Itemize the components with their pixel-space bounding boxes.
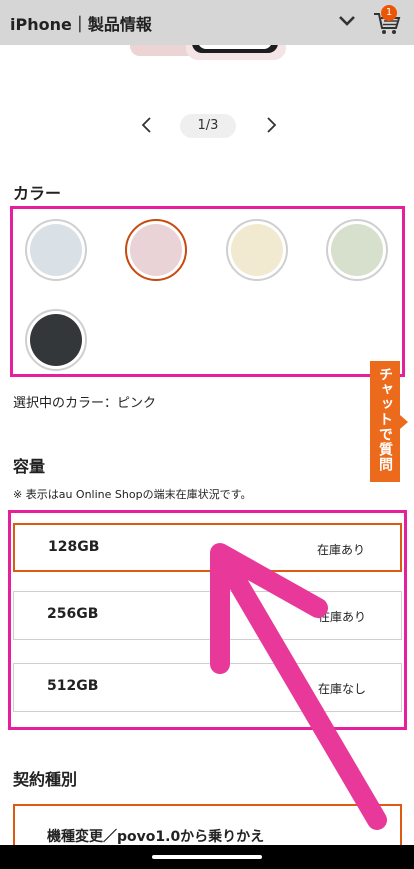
- stock-note: ※ 表示はau Online Shopの端末在庫状況です。: [13, 488, 252, 501]
- color-swatch-yellow[interactable]: [226, 219, 288, 281]
- chat-question-tab[interactable]: チャットで質問: [370, 361, 408, 482]
- page-title: iPhone｜製品情報: [10, 15, 152, 34]
- color-section-title: カラー: [13, 184, 62, 203]
- home-indicator[interactable]: [152, 855, 262, 859]
- stock-status: 在庫なし: [317, 682, 366, 696]
- header-bar: iPhone｜製品情報: [0, 0, 414, 45]
- storage-option-256gb[interactable]: 256GB 在庫あり: [13, 591, 402, 640]
- contract-option-label: 機種変更／povo1.0から乗りかえ: [47, 829, 265, 845]
- chat-tab-arrow-icon: [400, 415, 408, 429]
- stock-status: 在庫あり: [317, 610, 366, 624]
- storage-option-512gb[interactable]: 512GB 在庫なし: [13, 663, 402, 712]
- storage-option-label: 512GB: [47, 678, 99, 694]
- color-swatch-blue[interactable]: [25, 219, 87, 281]
- color-swatch-black[interactable]: [25, 309, 87, 371]
- selected-color-text: 選択中のカラー：ピンク: [13, 396, 157, 411]
- carousel-prev-button[interactable]: [136, 114, 158, 136]
- cart-count-badge: 1: [381, 5, 397, 21]
- color-swatch-pink[interactable]: [125, 219, 187, 281]
- color-swatch-green[interactable]: [326, 219, 388, 281]
- storage-option-label: 128GB: [48, 539, 100, 555]
- swatch-fill: [130, 224, 182, 276]
- contract-section-title: 契約種別: [13, 770, 78, 789]
- carousel-next-button[interactable]: [260, 114, 282, 136]
- stock-status: 在庫あり: [316, 543, 365, 557]
- storage-option-label: 256GB: [47, 606, 99, 622]
- chat-tab-label: チャットで質問: [377, 367, 393, 472]
- storage-section-title: 容量: [13, 457, 46, 476]
- swatch-fill: [231, 224, 283, 276]
- swatch-fill: [30, 224, 82, 276]
- storage-option-128gb[interactable]: 128GB 在庫あり: [13, 523, 402, 572]
- chevron-down-icon[interactable]: [338, 14, 356, 28]
- system-navigation-bar: [0, 845, 414, 869]
- swatch-fill: [30, 314, 82, 366]
- swatch-fill: [331, 224, 383, 276]
- carousel-pager: 1/3: [180, 114, 236, 138]
